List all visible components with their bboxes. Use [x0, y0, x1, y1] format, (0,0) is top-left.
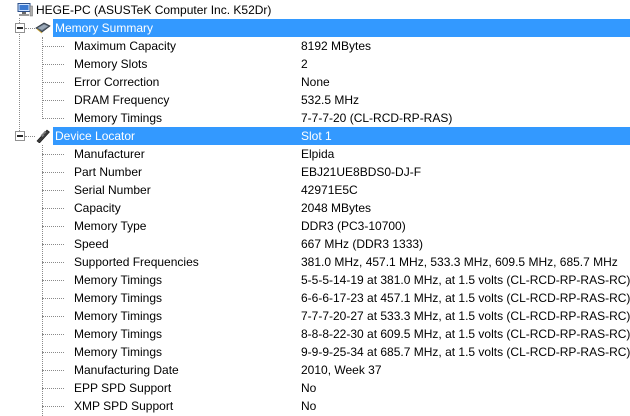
- property-value: No: [301, 399, 317, 413]
- computer-icon: [17, 3, 33, 17]
- tree-line: [42, 154, 64, 155]
- section-value: Slot 1: [301, 129, 332, 143]
- property-label: Speed: [74, 237, 109, 251]
- property-label: Memory Timings: [74, 327, 163, 341]
- property-label: EPP SPD Support: [74, 381, 172, 395]
- property-value: 532.5 MHz: [301, 93, 360, 107]
- property-value: 7-7-7-20-27 at 533.3 MHz, at 1.5 volts (…: [301, 309, 630, 323]
- property-row[interactable]: Memory Timings 7-7-7-20 (CL-RCD-RP-RAS): [0, 109, 630, 127]
- property-row[interactable]: Speed 667 MHz (DDR3 1333): [0, 235, 630, 253]
- property-label: DRAM Frequency: [74, 93, 170, 107]
- property-row[interactable]: Capacity 2048 MBytes: [0, 199, 630, 217]
- property-value: 667 MHz (DDR3 1333): [301, 237, 424, 251]
- property-row[interactable]: Memory Slots 2: [0, 55, 630, 73]
- property-label: Memory Slots: [74, 57, 148, 71]
- tree-line: [25, 136, 35, 137]
- tree-root[interactable]: HEGE-PC (ASUSTeK Computer Inc. K52Dr): [0, 1, 630, 19]
- tree-line: [42, 370, 64, 371]
- tree-line: [42, 334, 64, 335]
- property-label: Part Number: [74, 165, 143, 179]
- property-label: Error Correction: [74, 75, 160, 89]
- property-row[interactable]: Manufacturer Elpida: [0, 145, 630, 163]
- tree-line: [42, 118, 64, 119]
- root-label: HEGE-PC (ASUSTeK Computer Inc. K52Dr): [36, 3, 272, 17]
- property-value: None: [301, 75, 330, 89]
- tree-line: [42, 280, 64, 281]
- property-value: DDR3 (PC3-10700): [301, 219, 406, 233]
- property-label: Memory Type: [74, 219, 147, 233]
- tree-line: [42, 316, 64, 317]
- property-row[interactable]: XMP SPD Support No: [0, 397, 630, 415]
- property-label: XMP SPD Support: [74, 399, 174, 413]
- property-row[interactable]: Memory Timings 5-5-5-14-19 at 381.0 MHz,…: [0, 271, 630, 289]
- property-row[interactable]: EPP SPD Support No: [0, 379, 630, 397]
- memory-stick-icon: [36, 129, 50, 143]
- tree-line: [42, 172, 64, 173]
- property-label: Memory Timings: [74, 309, 163, 323]
- property-label: Capacity: [74, 201, 121, 215]
- collapse-toggle[interactable]: [15, 23, 25, 33]
- tree-line: [42, 226, 64, 227]
- property-row[interactable]: Memory Timings 8-8-8-22-30 at 609.5 MHz,…: [0, 325, 630, 343]
- property-row[interactable]: Part Number EBJ21UE8BDS0-DJ-F: [0, 163, 630, 181]
- property-label: Maximum Capacity: [74, 39, 177, 53]
- tree-line: [42, 244, 64, 245]
- property-value: 381.0 MHz, 457.1 MHz, 533.3 MHz, 609.5 M…: [301, 255, 618, 269]
- tree-line: [42, 298, 64, 299]
- property-value: 9-9-9-25-34 at 685.7 MHz, at 1.5 volts (…: [301, 345, 630, 359]
- property-label: Manufacturer: [74, 147, 145, 161]
- tree-line: [42, 190, 64, 191]
- section-memory-summary[interactable]: Memory Summary: [0, 19, 630, 37]
- property-label: Memory Timings: [74, 291, 163, 305]
- property-label: Memory Timings: [74, 345, 163, 359]
- tree-line: [42, 46, 64, 47]
- tree-line: [42, 208, 64, 209]
- property-label: Serial Number: [74, 183, 151, 197]
- tree-line: [42, 406, 64, 407]
- property-row[interactable]: Supported Frequencies 381.0 MHz, 457.1 M…: [0, 253, 630, 271]
- memory-module-icon: [35, 22, 51, 34]
- property-value: Elpida: [301, 147, 335, 161]
- property-value: 2010, Week 37: [301, 363, 382, 377]
- property-value: 7-7-7-20 (CL-RCD-RP-RAS): [301, 111, 453, 125]
- tree-line: [42, 82, 64, 83]
- tree-line: [42, 64, 64, 65]
- property-label: Memory Timings: [74, 273, 163, 287]
- property-label: Supported Frequencies: [74, 255, 199, 269]
- property-value: 42971E5C: [301, 183, 358, 197]
- device-tree[interactable]: HEGE-PC (ASUSTeK Computer Inc. K52Dr) Me…: [0, 0, 630, 416]
- property-label: Manufacturing Date: [74, 363, 179, 377]
- section-label: Device Locator: [55, 129, 136, 143]
- property-row[interactable]: Memory Timings 9-9-9-25-34 at 685.7 MHz,…: [0, 343, 630, 361]
- tree-line: [42, 262, 64, 263]
- collapse-toggle[interactable]: [15, 131, 25, 141]
- property-value: 8192 MBytes: [301, 39, 372, 53]
- property-row[interactable]: Manufacturing Date 2010, Week 37: [0, 361, 630, 379]
- property-value: 8-8-8-22-30 at 609.5 MHz, at 1.5 volts (…: [301, 327, 630, 341]
- property-row[interactable]: Maximum Capacity 8192 MBytes: [0, 37, 630, 55]
- section-device-locator[interactable]: Device Locator Slot 1: [0, 127, 630, 145]
- property-row[interactable]: Memory Type DDR3 (PC3-10700): [0, 217, 630, 235]
- property-value: No: [301, 381, 317, 395]
- tree-line: [42, 388, 64, 389]
- tree-line: [42, 352, 64, 353]
- property-row[interactable]: DRAM Frequency 532.5 MHz: [0, 91, 630, 109]
- property-value: 2048 MBytes: [301, 201, 372, 215]
- property-value: 5-5-5-14-19 at 381.0 MHz, at 1.5 volts (…: [301, 273, 630, 287]
- section-label: Memory Summary: [55, 21, 154, 35]
- property-row[interactable]: Error Correction None: [0, 73, 630, 91]
- property-value: EBJ21UE8BDS0-DJ-F: [301, 165, 422, 179]
- property-label: Memory Timings: [74, 111, 163, 125]
- selection-highlight: [53, 127, 630, 145]
- property-row[interactable]: Serial Number 42971E5C: [0, 181, 630, 199]
- property-row[interactable]: Memory Timings 7-7-7-20-27 at 533.3 MHz,…: [0, 307, 630, 325]
- property-row[interactable]: Memory Timings 6-6-6-17-23 at 457.1 MHz,…: [0, 289, 630, 307]
- tree-line: [25, 28, 35, 29]
- tree-line: [42, 100, 64, 101]
- property-value: 6-6-6-17-23 at 457.1 MHz, at 1.5 volts (…: [301, 291, 630, 305]
- property-value: 2: [301, 57, 308, 71]
